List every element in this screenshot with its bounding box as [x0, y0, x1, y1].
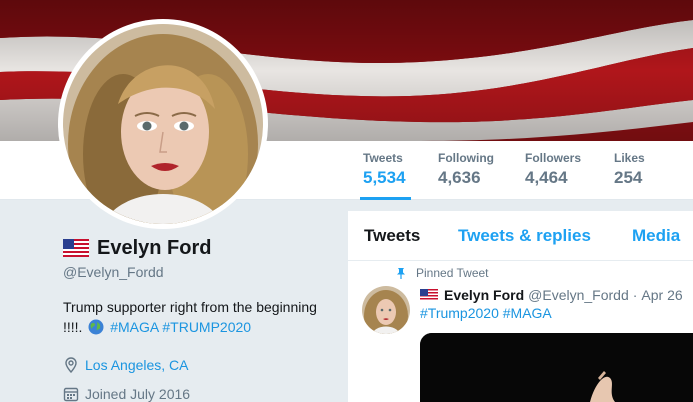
tweet-author-name[interactable]: Evelyn Ford	[444, 287, 524, 303]
timeline-tabs: Tweets Tweets & replies Media	[348, 211, 693, 261]
profile-avatar[interactable]	[63, 24, 263, 224]
tweet-date[interactable]: Apr 26	[641, 287, 682, 303]
pin-icon	[395, 267, 407, 279]
tweet-text[interactable]: #Trump2020 #MAGA	[420, 305, 552, 325]
tab-media[interactable]: Media	[632, 226, 680, 246]
pinned-label: Pinned Tweet	[416, 266, 489, 280]
stat-followers[interactable]: Followers 4,464	[525, 151, 581, 200]
stat-value: 4,636	[438, 168, 481, 187]
joined-text: Joined July 2016	[85, 386, 191, 402]
profile-handle[interactable]: @Evelyn_Fordd	[63, 264, 333, 284]
pinned-tweet-context: Pinned Tweet	[395, 266, 489, 280]
stat-value: 5,534	[363, 168, 406, 187]
us-flag-icon	[63, 239, 89, 257]
profile-name[interactable]: Evelyn Ford	[97, 237, 211, 260]
location-text[interactable]: Los Angeles, CA	[85, 357, 189, 373]
profile-name-row: Evelyn Ford	[63, 235, 333, 261]
profile-location[interactable]: Los Angeles, CA	[63, 355, 333, 375]
stat-value: 4,464	[525, 168, 568, 187]
location-pin-icon	[63, 357, 79, 373]
profile-bio: Trump supporter right from the beginning…	[63, 297, 333, 337]
tweet-author-avatar[interactable]	[362, 286, 410, 334]
profile-avatar-frame	[58, 19, 268, 229]
tweet-author-handle[interactable]: @Evelyn_Fordd	[528, 287, 629, 303]
tweet-media[interactable]	[420, 333, 693, 402]
timeline: Tweets Tweets & replies Media Pinned Twe…	[348, 211, 693, 402]
stat-following[interactable]: Following 4,636	[438, 151, 494, 200]
stat-label: Followers	[525, 151, 582, 165]
stat-value: 254	[614, 168, 643, 187]
profile-joined: Joined July 2016	[63, 384, 333, 402]
us-flag-icon	[420, 289, 438, 301]
tab-tweets[interactable]: Tweets	[364, 226, 420, 246]
stat-likes[interactable]: Likes 254	[614, 151, 645, 200]
globe-icon	[88, 319, 104, 335]
stat-label: Likes	[614, 151, 645, 165]
bio-hashtags[interactable]: #MAGA #TRUMP2020	[110, 319, 251, 335]
tweet-header: Evelyn Ford @Evelyn_Fordd · Apr 26	[420, 286, 683, 304]
stat-tweets[interactable]: Tweets 5,534	[360, 151, 411, 200]
stat-label: Following	[438, 151, 494, 165]
calendar-icon	[63, 386, 79, 402]
tab-tweets-and-replies[interactable]: Tweets & replies	[458, 226, 591, 246]
stat-label: Tweets	[363, 151, 403, 165]
profile-card: Evelyn Ford @Evelyn_Fordd Trump supporte…	[63, 235, 333, 402]
tweet-separator: ·	[632, 287, 638, 303]
